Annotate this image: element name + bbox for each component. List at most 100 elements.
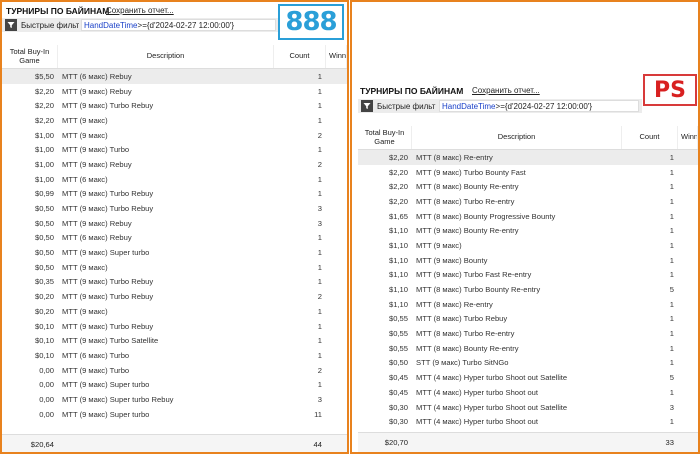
cell-buyin: $0,30: [388, 402, 408, 412]
cell-count: 1: [317, 306, 322, 316]
cell-buyin: $0,20: [34, 292, 54, 302]
filter-button[interactable]: [361, 100, 373, 112]
cell-description: MTT (8 макс) Turbo Re-entry: [416, 196, 515, 206]
table-row[interactable]: $1,00 MTT (9 макс) Turbo 1: [2, 142, 347, 157]
table-row[interactable]: $2,20 MTT (8 макс) Bounty Re-entry 1: [358, 179, 698, 194]
cell-count: 1: [317, 277, 322, 287]
column-winnings[interactable]: Winnings: [326, 45, 347, 68]
column-total-buyin[interactable]: Total Buy-In Game: [358, 126, 412, 149]
cell-description: MTT (6 макс) Rebuy: [62, 233, 132, 243]
table-row[interactable]: $0,50 MTT (6 макс) Rebuy 1: [2, 231, 347, 246]
cell-buyin: $2,20: [388, 182, 408, 192]
table-row[interactable]: $2,20 MTT (9 макс) Turbo Bounty Fast 1: [358, 165, 698, 180]
cell-buyin: $5,50: [34, 71, 54, 81]
cell-count: 1: [317, 350, 322, 360]
filter-button[interactable]: [5, 19, 17, 31]
cell-buyin: $0,55: [388, 343, 408, 353]
table-row[interactable]: $2,20 MTT (9 макс) Rebuy 1: [2, 84, 347, 99]
table-row[interactable]: 0,00 MTT (9 макс) Turbo 2: [2, 363, 347, 378]
table-footer-totals: $20,64 44: [2, 434, 347, 452]
cell-description: MTT (8 макс) Re-entry: [416, 152, 493, 162]
save-report-link[interactable]: Сохранить отчет...: [106, 6, 174, 15]
table-row[interactable]: $0,50 MTT (9 макс) Turbo Rebuy 3: [2, 201, 347, 216]
table-row[interactable]: $0,45 MTT (4 макс) Hyper turbo Shoot out …: [358, 370, 698, 385]
cell-count: 1: [669, 358, 674, 368]
cell-count: 1: [317, 248, 322, 258]
table-row[interactable]: $0,20 MTT (9 макс) 1: [2, 304, 347, 319]
column-count[interactable]: Count: [622, 126, 678, 149]
table-row[interactable]: $0,10 MTT (9 макс) Turbo Satellite 1: [2, 333, 347, 348]
cell-description: MTT (4 макс) Hyper turbo Shoot out Satel…: [416, 402, 568, 412]
cell-count: 1: [317, 101, 322, 111]
cell-count: 1: [669, 182, 674, 192]
table-row[interactable]: $0,50 MTT (9 макс) 1: [2, 260, 347, 275]
column-winnings[interactable]: Winnings: [678, 126, 698, 149]
quick-filter-input[interactable]: HandDateTime >={d'2024-02-27 12:00:00'}: [81, 19, 276, 31]
table-row[interactable]: $0,10 MTT (6 макс) Turbo 1: [2, 348, 347, 363]
cell-buyin: $1,10: [388, 255, 408, 265]
table-row[interactable]: $1,65 MTT (8 макс) Bounty Progressive Bou…: [358, 209, 698, 224]
table-row[interactable]: $2,20 MTT (8 макс) Turbo Re-entry 1: [358, 194, 698, 209]
filter-icon: [363, 103, 371, 109]
quick-filter-label: Быстрые фильт: [21, 20, 79, 30]
cell-description: MTT (9 макс) Super turbo: [62, 380, 150, 390]
table-row[interactable]: $1,10 MTT (9 макс) 1: [358, 238, 698, 253]
cell-buyin: $0,20: [34, 306, 54, 316]
cell-count: 2: [317, 365, 322, 375]
cell-buyin: $2,20: [34, 115, 54, 125]
cell-buyin: $0,55: [388, 329, 408, 339]
report-panel-ps: ТУРНИРЫ ПО БАЙИНАМ Сохранить отчет... Бы…: [350, 0, 700, 454]
table-row[interactable]: $0,50 MTT (9 макс) Rebuy 3: [2, 216, 347, 231]
table-row[interactable]: 0,00 MTT (9 макс) Super turbo 1: [2, 377, 347, 392]
cell-count: 1: [669, 299, 674, 309]
report-title: ТУРНИРЫ ПО БАЙИНАМ: [6, 6, 110, 16]
cell-count: 1: [317, 86, 322, 96]
table-row[interactable]: $1,10 MTT (9 макс) Bounty Re-entry 1: [358, 223, 698, 238]
column-count[interactable]: Count: [274, 45, 326, 68]
table-row[interactable]: $0,55 MTT (8 макс) Bounty Re-entry 1: [358, 341, 698, 356]
filter-field-name: HandDateTime: [442, 101, 496, 111]
table-row[interactable]: $0,50 MTT (9 макс) Super turbo 1: [2, 245, 347, 260]
cell-count: 1: [317, 145, 322, 155]
cell-buyin: $1,10: [388, 285, 408, 295]
save-report-link[interactable]: Сохранить отчет...: [472, 86, 540, 95]
cell-description: MTT (9 макс) Super turbo: [62, 248, 150, 258]
cell-buyin: $2,20: [34, 101, 54, 111]
table-row[interactable]: $0,30 MTT (4 макс) Hyper turbo Shoot out …: [358, 400, 698, 415]
table-row[interactable]: $2,20 MTT (8 макс) Re-entry 1: [358, 150, 698, 165]
column-total-buyin[interactable]: Total Buy-In Game: [2, 45, 58, 68]
table-row[interactable]: $0,55 MTT (8 макс) Turbo Re-entry 1: [358, 326, 698, 341]
table-row[interactable]: $1,00 MTT (9 макс) 2: [2, 128, 347, 143]
cell-description: MTT (9 макс) Rebuy: [62, 218, 132, 228]
table-row[interactable]: $0,20 MTT (9 макс) Turbo Rebuy 2: [2, 289, 347, 304]
table-row[interactable]: $0,55 MTT (8 макс) Turbo Rebuy 1: [358, 312, 698, 327]
cell-description: MTT (8 макс) Bounty Progressive Bounty: [416, 211, 556, 221]
tournaments-table: Total Buy-In Game Description Count Winn…: [2, 45, 347, 422]
cell-buyin: $0,50: [34, 262, 54, 272]
total-buyin: $20,64: [30, 440, 54, 449]
table-row[interactable]: $1,00 MTT (9 макс) Rebuy 2: [2, 157, 347, 172]
table-row[interactable]: $0,99 MTT (9 макс) Turbo Rebuy 1: [2, 187, 347, 202]
quick-filter-input[interactable]: HandDateTime >={d'2024-02-27 12:00:00'}: [439, 100, 639, 112]
table-row[interactable]: $0,50 STT (9 макс) Turbo SitNGo 1: [358, 356, 698, 371]
table-row[interactable]: $1,10 MTT (8 макс) Turbo Bounty Re-entry 5: [358, 282, 698, 297]
table-row[interactable]: $0,30 MTT (4 макс) Hyper turbo Shoot out 1: [358, 414, 698, 429]
table-row[interactable]: $0,10 MTT (9 макс) Turbo Rebuy 1: [2, 319, 347, 334]
table-row[interactable]: $1,10 MTT (9 макс) Bounty 1: [358, 253, 698, 268]
table-row[interactable]: $1,00 MTT (6 макс) 1: [2, 172, 347, 187]
table-row[interactable]: 0,00 MTT (9 макс) Super turbo 11: [2, 407, 347, 422]
column-description[interactable]: Description: [58, 45, 274, 68]
cell-buyin: $0,30: [388, 417, 408, 427]
table-row[interactable]: $0,45 MTT (4 макс) Hyper turbo Shoot out 1: [358, 385, 698, 400]
table-row[interactable]: $2,20 MTT (9 макс) 1: [2, 113, 347, 128]
cell-description: MTT (8 макс) Re-entry: [416, 299, 493, 309]
cell-count: 1: [317, 115, 322, 125]
table-row[interactable]: $2,20 MTT (9 макс) Turbo Rebuy 1: [2, 98, 347, 113]
column-description[interactable]: Description: [412, 126, 622, 149]
table-row[interactable]: $5,50 MTT (6 макс) Rebuy 1: [2, 69, 347, 84]
table-row[interactable]: $0,35 MTT (9 макс) Turbo Rebuy 1: [2, 275, 347, 290]
cell-description: MTT (6 макс) Rebuy: [62, 71, 132, 81]
table-row[interactable]: $1,10 MTT (9 макс) Turbo Fast Re-entry 1: [358, 268, 698, 283]
table-row[interactable]: $1,10 MTT (8 макс) Re-entry 1: [358, 297, 698, 312]
table-row[interactable]: 0,00 MTT (9 макс) Super turbo Rebuy 3: [2, 392, 347, 407]
